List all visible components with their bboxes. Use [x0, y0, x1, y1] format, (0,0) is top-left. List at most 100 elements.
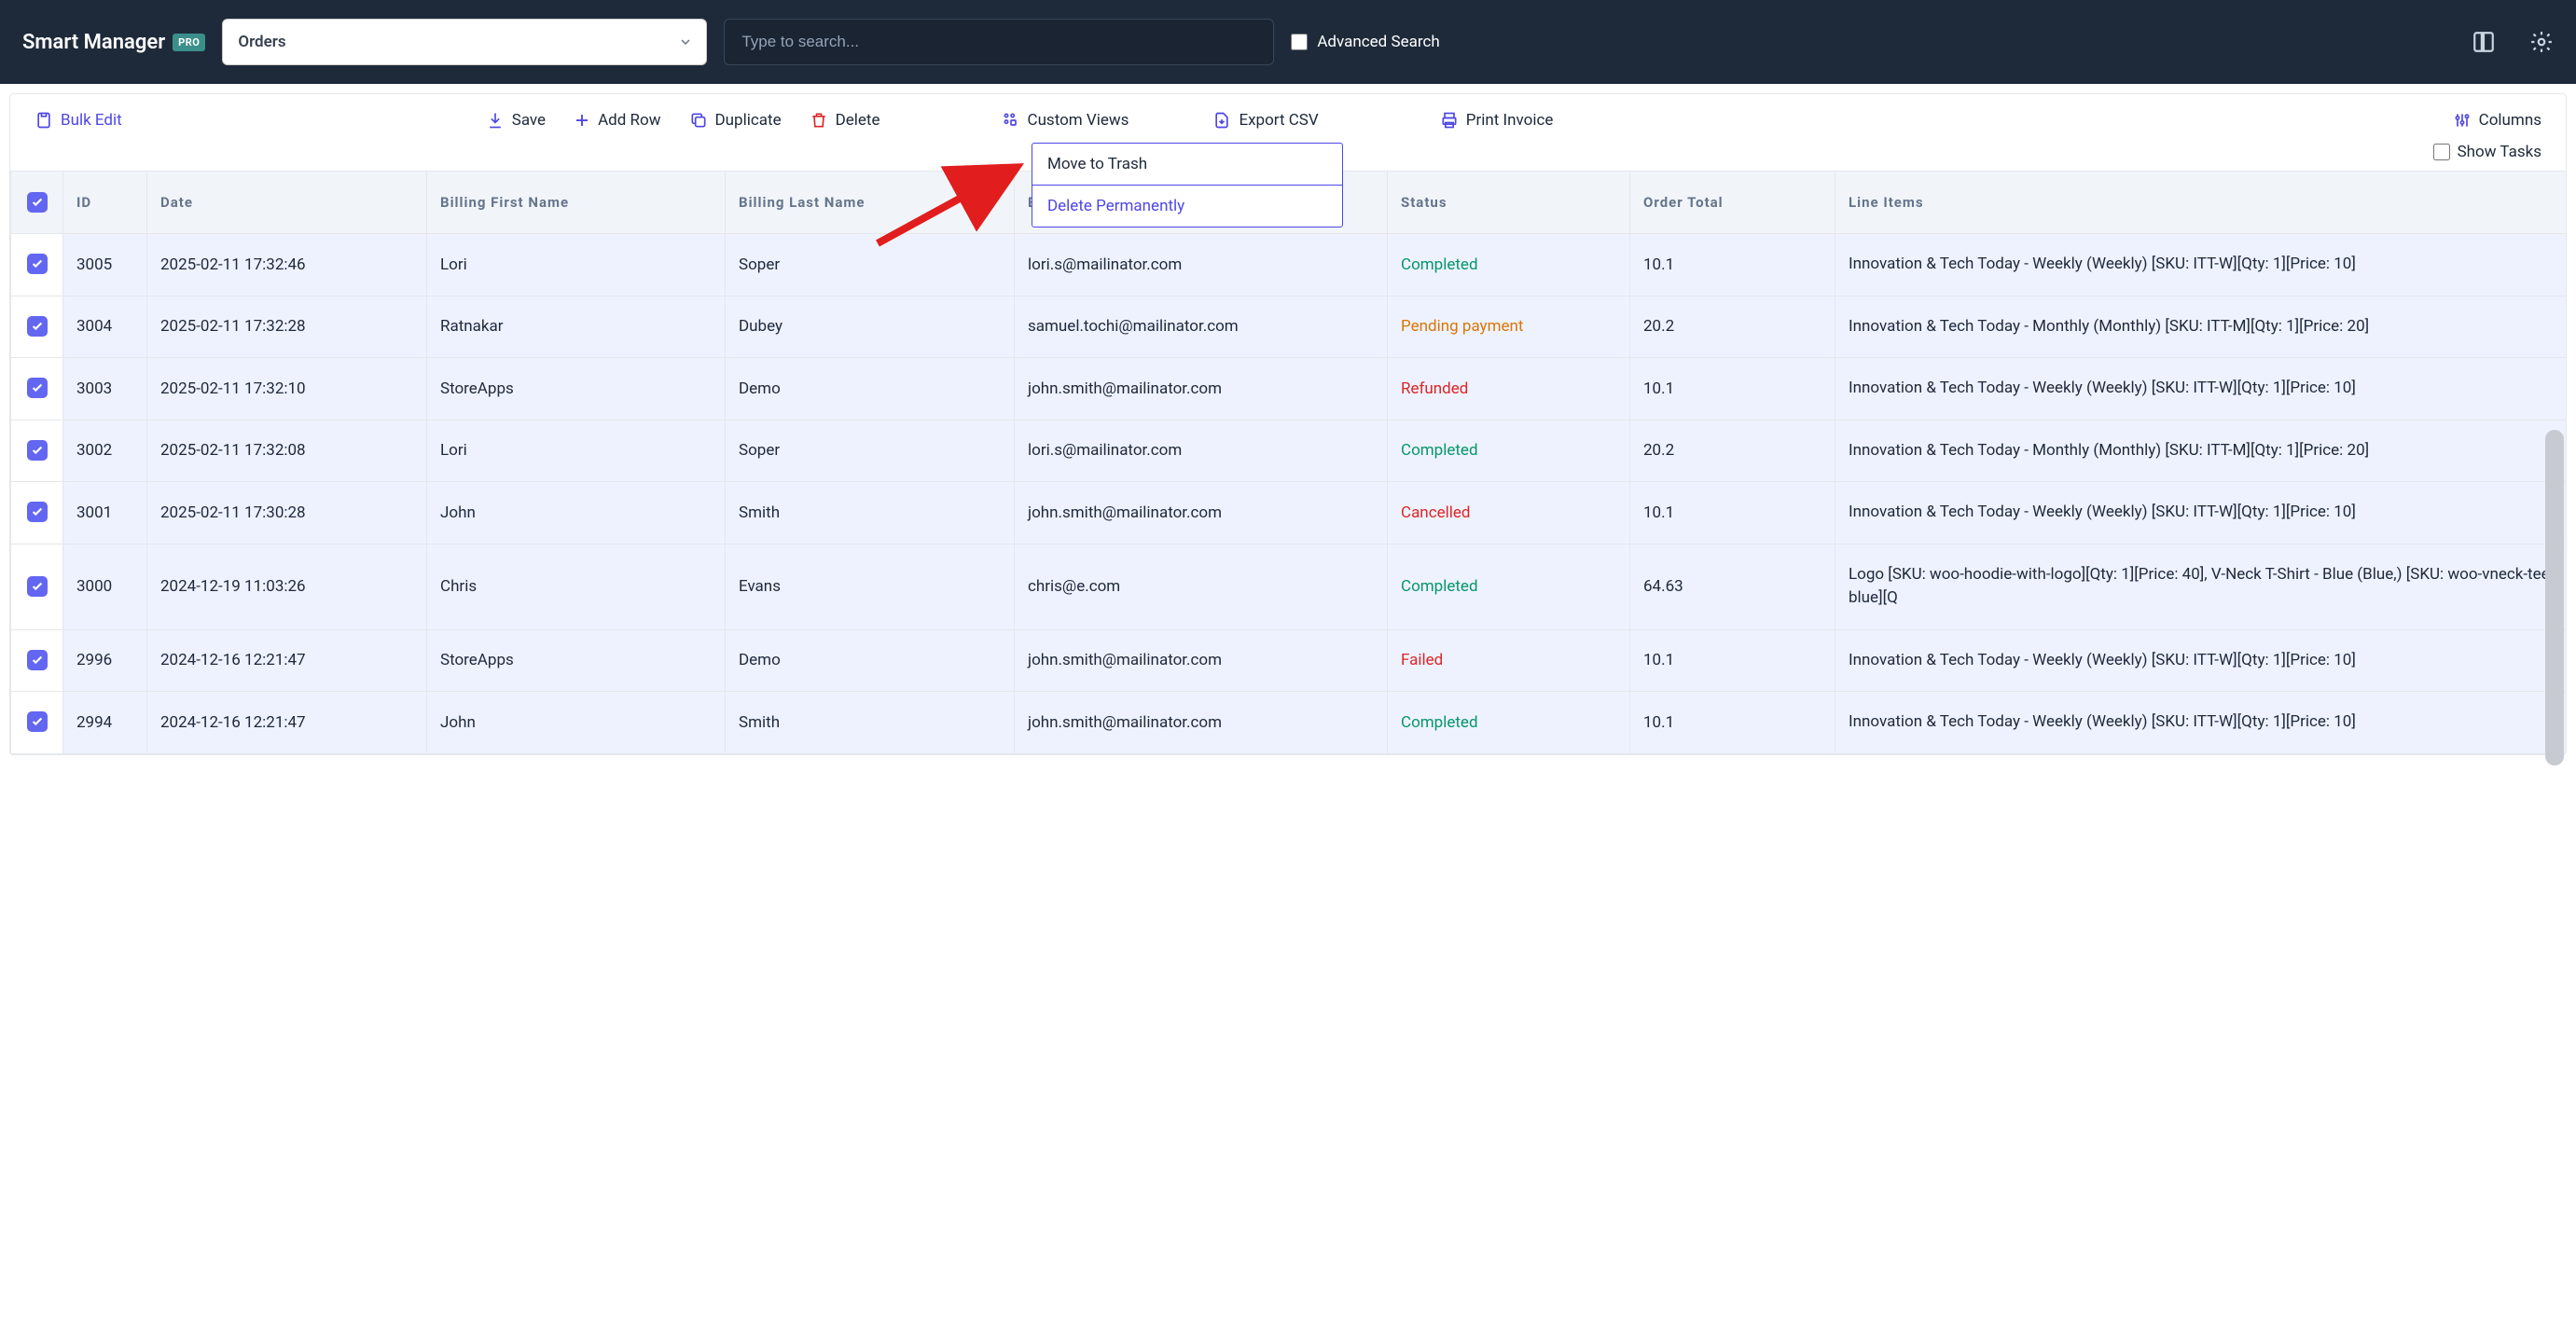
cell-first-name[interactable]: Lori	[427, 420, 726, 482]
col-last-name[interactable]: Billing Last Name	[726, 172, 1015, 234]
table-row[interactable]: 3000 2024-12-19 11:03:26 Chris Evans chr…	[11, 544, 2567, 629]
row-checkbox-cell[interactable]	[11, 420, 63, 482]
cell-id[interactable]: 3003	[63, 358, 147, 420]
cell-status[interactable]: Refunded	[1388, 358, 1630, 420]
cell-total[interactable]: 20.2	[1630, 296, 1835, 358]
cell-id[interactable]: 2996	[63, 629, 147, 692]
cell-line-items[interactable]: Logo [SKU: woo-hoodie-with-logo][Qty: 1]…	[1835, 544, 2567, 629]
show-tasks-checkbox[interactable]	[2433, 144, 2450, 160]
cell-email[interactable]: john.smith@mailinator.com	[1015, 692, 1388, 754]
cell-first-name[interactable]: StoreApps	[427, 358, 726, 420]
move-to-trash-item[interactable]: Move to Trash	[1032, 144, 1342, 186]
cell-date[interactable]: 2025-02-11 17:32:28	[147, 296, 427, 358]
cell-email[interactable]: john.smith@mailinator.com	[1015, 358, 1388, 420]
cell-first-name[interactable]: StoreApps	[427, 629, 726, 692]
cell-total[interactable]: 10.1	[1630, 482, 1835, 544]
cell-first-name[interactable]: Chris	[427, 544, 726, 629]
cell-line-items[interactable]: Innovation & Tech Today - Weekly (Weekly…	[1835, 358, 2567, 420]
cell-first-name[interactable]: Lori	[427, 234, 726, 296]
cell-line-items[interactable]: Innovation & Tech Today - Weekly (Weekly…	[1835, 482, 2567, 544]
cell-total[interactable]: 64.63	[1630, 544, 1835, 629]
cell-id[interactable]: 3004	[63, 296, 147, 358]
cell-total[interactable]: 10.1	[1630, 629, 1835, 692]
row-checkbox-cell[interactable]	[11, 234, 63, 296]
cell-email[interactable]: chris@e.com	[1015, 544, 1388, 629]
table-row[interactable]: 3004 2025-02-11 17:32:28 Ratnakar Dubey …	[11, 296, 2567, 358]
bulk-edit-button[interactable]: Bulk Edit	[35, 111, 122, 130]
row-checkbox-cell[interactable]	[11, 358, 63, 420]
advanced-search-checkbox[interactable]	[1291, 34, 1308, 50]
save-button[interactable]: Save	[486, 111, 546, 130]
table-row[interactable]: 3003 2025-02-11 17:32:10 StoreApps Demo …	[11, 358, 2567, 420]
cell-status[interactable]: Failed	[1388, 629, 1630, 692]
cell-date[interactable]: 2025-02-11 17:30:28	[147, 482, 427, 544]
col-total[interactable]: Order Total	[1630, 172, 1835, 234]
docs-icon[interactable]	[2472, 30, 2496, 54]
cell-first-name[interactable]: Ratnakar	[427, 296, 726, 358]
columns-button[interactable]: Columns	[2453, 111, 2541, 130]
col-date[interactable]: Date	[147, 172, 427, 234]
cell-line-items[interactable]: Innovation & Tech Today - Weekly (Weekly…	[1835, 692, 2567, 754]
cell-date[interactable]: 2025-02-11 17:32:08	[147, 420, 427, 482]
cell-id[interactable]: 3005	[63, 234, 147, 296]
export-csv-button[interactable]: Export CSV	[1212, 111, 1318, 130]
cell-last-name[interactable]: Demo	[726, 358, 1015, 420]
cell-total[interactable]: 10.1	[1630, 234, 1835, 296]
table-row[interactable]: 3002 2025-02-11 17:32:08 Lori Soper lori…	[11, 420, 2567, 482]
gear-icon[interactable]	[2529, 30, 2554, 54]
row-checkbox-cell[interactable]	[11, 296, 63, 358]
add-row-button[interactable]: Add Row	[574, 111, 660, 130]
cell-email[interactable]: lori.s@mailinator.com	[1015, 234, 1388, 296]
cell-total[interactable]: 10.1	[1630, 692, 1835, 754]
cell-email[interactable]: john.smith@mailinator.com	[1015, 482, 1388, 544]
row-checkbox-cell[interactable]	[11, 692, 63, 754]
cell-email[interactable]: lori.s@mailinator.com	[1015, 420, 1388, 482]
select-all-header[interactable]	[11, 172, 63, 234]
cell-status[interactable]: Cancelled	[1388, 482, 1630, 544]
cell-total[interactable]: 10.1	[1630, 358, 1835, 420]
global-search-input[interactable]	[724, 19, 1274, 65]
dashboard-select[interactable]: Orders	[222, 19, 707, 65]
print-invoice-button[interactable]: Print Invoice	[1440, 111, 1554, 130]
row-checkbox-cell[interactable]	[11, 482, 63, 544]
cell-id[interactable]: 2994	[63, 692, 147, 754]
cell-first-name[interactable]: John	[427, 692, 726, 754]
cell-last-name[interactable]: Soper	[726, 234, 1015, 296]
col-line-items[interactable]: Line Items	[1835, 172, 2567, 234]
advanced-search-toggle[interactable]: Advanced Search	[1291, 32, 1439, 52]
cell-status[interactable]: Completed	[1388, 692, 1630, 754]
cell-first-name[interactable]: John	[427, 482, 726, 544]
cell-status[interactable]: Completed	[1388, 234, 1630, 296]
table-row[interactable]: 3005 2025-02-11 17:32:46 Lori Soper lori…	[11, 234, 2567, 296]
cell-last-name[interactable]: Dubey	[726, 296, 1015, 358]
delete-button[interactable]: Delete	[810, 111, 880, 130]
cell-status[interactable]: Completed	[1388, 420, 1630, 482]
vertical-scrollbar[interactable]	[2545, 430, 2564, 765]
table-row[interactable]: 2996 2024-12-16 12:21:47 StoreApps Demo …	[11, 629, 2567, 692]
cell-line-items[interactable]: Innovation & Tech Today - Monthly (Month…	[1835, 420, 2567, 482]
cell-email[interactable]: john.smith@mailinator.com	[1015, 629, 1388, 692]
cell-status[interactable]: Pending payment	[1388, 296, 1630, 358]
cell-date[interactable]: 2025-02-11 17:32:10	[147, 358, 427, 420]
cell-last-name[interactable]: Evans	[726, 544, 1015, 629]
col-first-name[interactable]: Billing First Name	[427, 172, 726, 234]
cell-date[interactable]: 2024-12-16 12:21:47	[147, 629, 427, 692]
cell-last-name[interactable]: Soper	[726, 420, 1015, 482]
cell-line-items[interactable]: Innovation & Tech Today - Monthly (Month…	[1835, 296, 2567, 358]
table-row[interactable]: 3001 2025-02-11 17:30:28 John Smith john…	[11, 482, 2567, 544]
col-status[interactable]: Status	[1388, 172, 1630, 234]
row-checkbox-cell[interactable]	[11, 629, 63, 692]
show-tasks-toggle[interactable]: Show Tasks	[2433, 143, 2541, 161]
cell-email[interactable]: samuel.tochi@mailinator.com	[1015, 296, 1388, 358]
cell-date[interactable]: 2024-12-16 12:21:47	[147, 692, 427, 754]
row-checkbox-cell[interactable]	[11, 544, 63, 629]
cell-id[interactable]: 3000	[63, 544, 147, 629]
col-id[interactable]: ID	[63, 172, 147, 234]
cell-date[interactable]: 2024-12-19 11:03:26	[147, 544, 427, 629]
cell-id[interactable]: 3002	[63, 420, 147, 482]
duplicate-button[interactable]: Duplicate	[689, 111, 782, 130]
custom-views-button[interactable]: Custom Views	[1002, 111, 1129, 130]
cell-total[interactable]: 20.2	[1630, 420, 1835, 482]
delete-permanently-item[interactable]: Delete Permanently	[1032, 186, 1342, 227]
cell-date[interactable]: 2025-02-11 17:32:46	[147, 234, 427, 296]
